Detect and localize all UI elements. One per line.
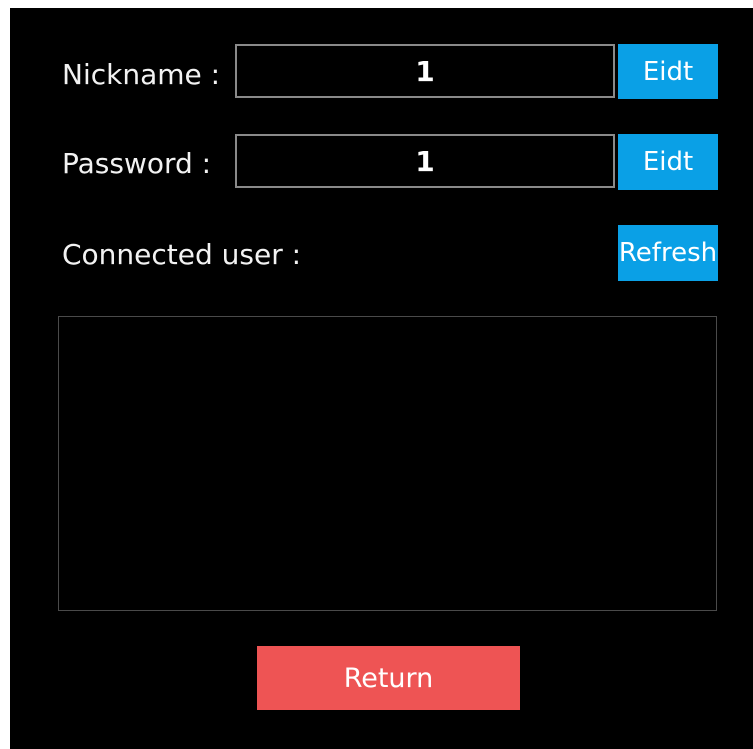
nickname-edit-button[interactable]: Eidt	[618, 44, 718, 99]
settings-screen: Nickname : 1 Eidt Password : 1 Eidt Conn…	[10, 8, 753, 749]
return-button[interactable]: Return	[257, 646, 520, 710]
nickname-value: 1	[415, 54, 435, 88]
password-value: 1	[415, 144, 435, 178]
nickname-field[interactable]: 1	[235, 44, 615, 98]
connected-users-list[interactable]	[58, 316, 717, 611]
connected-user-label: Connected user :	[62, 238, 302, 271]
password-edit-button[interactable]: Eidt	[618, 134, 718, 190]
password-field[interactable]: 1	[235, 134, 615, 188]
password-label: Password :	[62, 147, 212, 180]
refresh-button[interactable]: Refresh	[618, 225, 718, 281]
nickname-label: Nickname :	[62, 58, 221, 91]
